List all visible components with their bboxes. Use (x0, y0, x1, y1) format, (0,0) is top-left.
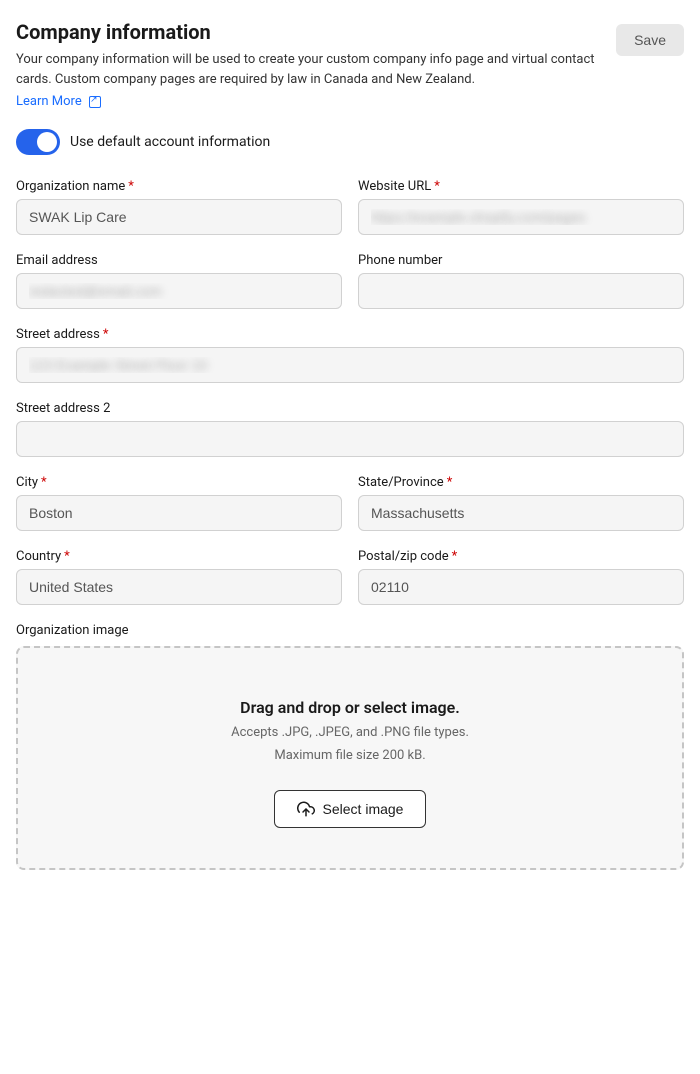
toggle-label: Use default account information (70, 134, 270, 150)
image-dropzone[interactable]: Drag and drop or select image. Accepts .… (16, 646, 684, 870)
save-button[interactable]: Save (616, 24, 684, 56)
country-postal-row: Country * Postal/zip code * (16, 549, 684, 605)
select-image-button[interactable]: Select image (274, 790, 427, 828)
phone-group: Phone number (358, 253, 684, 309)
website-group: Website URL * (358, 179, 684, 235)
street-input[interactable] (16, 347, 684, 383)
postal-required: * (452, 549, 458, 564)
country-input[interactable] (16, 569, 342, 605)
country-required: * (64, 549, 70, 564)
email-label: Email address (16, 253, 342, 268)
state-group: State/Province * (358, 475, 684, 531)
city-required: * (41, 475, 47, 490)
street-required: * (103, 327, 109, 342)
org-name-required: * (128, 179, 134, 194)
city-group: City * (16, 475, 342, 531)
external-link-icon (89, 96, 101, 108)
state-label: State/Province * (358, 475, 684, 490)
postal-group: Postal/zip code * (358, 549, 684, 605)
website-label: Website URL * (358, 179, 684, 194)
city-label: City * (16, 475, 342, 490)
website-input[interactable] (358, 199, 684, 235)
org-website-row: Organization name * Website URL * (16, 179, 684, 235)
dropzone-sub1: Accepts .JPG, .JPEG, and .PNG file types… (231, 723, 469, 743)
street2-row: Street address 2 (16, 401, 684, 457)
page-title: Company information (16, 20, 596, 44)
state-required: * (447, 475, 453, 490)
toggle-row: Use default account information (16, 129, 684, 155)
street2-group: Street address 2 (16, 401, 684, 457)
dropzone-title: Drag and drop or select image. (240, 698, 460, 717)
email-group: Email address (16, 253, 342, 309)
postal-input[interactable] (358, 569, 684, 605)
phone-label: Phone number (358, 253, 684, 268)
upload-icon (297, 800, 315, 818)
dropzone-sub2: Maximum file size 200 kB. (274, 746, 425, 766)
street-label: Street address * (16, 327, 684, 342)
org-name-group: Organization name * (16, 179, 342, 235)
image-section-label: Organization image (16, 623, 684, 638)
postal-label: Postal/zip code * (358, 549, 684, 564)
header-text: Company information Your company informa… (16, 20, 616, 109)
image-section: Organization image Drag and drop or sele… (16, 623, 684, 870)
country-label: Country * (16, 549, 342, 564)
state-input[interactable] (358, 495, 684, 531)
city-input[interactable] (16, 495, 342, 531)
org-name-label: Organization name * (16, 179, 342, 194)
street-group: Street address * (16, 327, 684, 383)
street2-input[interactable] (16, 421, 684, 457)
phone-input[interactable] (358, 273, 684, 309)
learn-more-link[interactable]: Learn More (16, 94, 101, 109)
street-row: Street address * (16, 327, 684, 383)
org-name-input[interactable] (16, 199, 342, 235)
website-required: * (434, 179, 440, 194)
email-input[interactable] (16, 273, 342, 309)
page-header: Company information Your company informa… (16, 20, 684, 109)
page-description: Your company information will be used to… (16, 50, 596, 89)
street2-label: Street address 2 (16, 401, 684, 416)
city-state-row: City * State/Province * (16, 475, 684, 531)
email-phone-row: Email address Phone number (16, 253, 684, 309)
country-group: Country * (16, 549, 342, 605)
default-account-toggle[interactable] (16, 129, 60, 155)
